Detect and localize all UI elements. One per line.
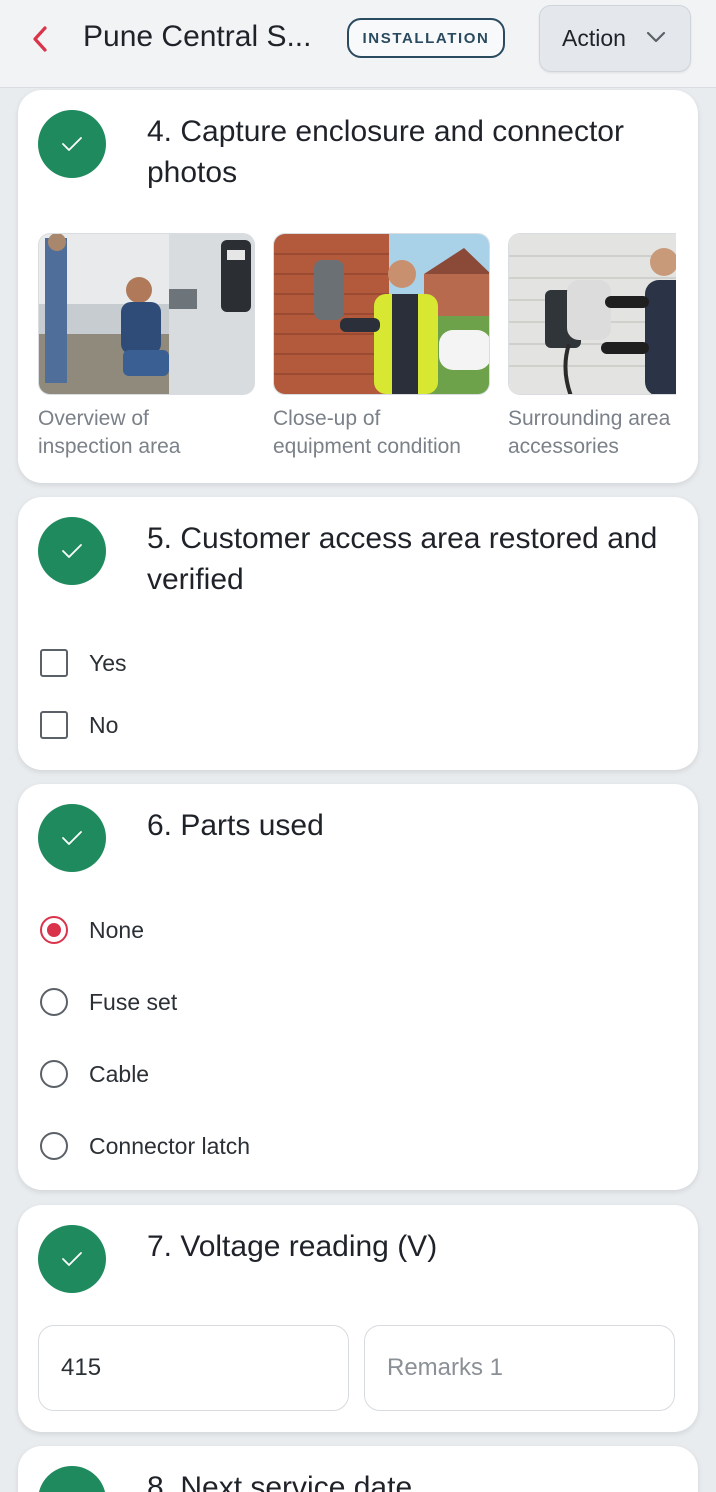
checkbox-option-no[interactable]: No [40, 705, 118, 745]
radio-button[interactable] [40, 1132, 68, 1160]
chevron-down-icon [646, 31, 666, 43]
status-badge: INSTALLATION [347, 18, 505, 58]
photo-image [38, 233, 255, 395]
option-label: Yes [89, 649, 127, 676]
remarks-input[interactable]: Remarks 1 [364, 1325, 675, 1411]
option-label: Cable [89, 1060, 150, 1087]
action-label: Action [562, 25, 626, 51]
radio-button-selected[interactable] [40, 916, 68, 944]
question-title: 4. Capture enclosure and connector photo… [147, 115, 624, 189]
photo-thumbnail-surroundings[interactable]: Surrounding area accessories [508, 233, 676, 473]
top-app-bar: Pune Central S... INSTALLATION Action [0, 0, 716, 88]
question-card-4: 4. Capture enclosure and connector photo… [18, 90, 698, 483]
completed-check-icon [38, 110, 106, 178]
radio-option-cable[interactable]: Cable [40, 1054, 149, 1094]
completed-check-icon [38, 804, 106, 872]
photo-image [273, 233, 490, 395]
page-title: Pune Central S... [83, 20, 312, 53]
remarks-placeholder: Remarks 1 [387, 1354, 504, 1381]
checkbox[interactable] [40, 711, 68, 739]
chevron-left-icon [33, 26, 47, 52]
option-label: None [89, 916, 144, 943]
photo-carousel[interactable]: Overview of inspection area Close-up of … [38, 233, 676, 473]
voltage-input[interactable]: 415 [38, 1325, 349, 1411]
photo-thumbnail-closeup[interactable]: Close-up of equipment condition [273, 233, 490, 473]
photo-caption: Surrounding area accessories [508, 407, 671, 458]
photo-image [508, 233, 676, 395]
completed-check-icon [38, 517, 106, 585]
question-title: 5. Customer access area restored and ver… [147, 522, 658, 596]
back-button[interactable] [26, 22, 54, 56]
radio-option-connector-latch[interactable]: Connector latch [40, 1126, 250, 1166]
action-dropdown-button[interactable]: Action [539, 5, 691, 72]
question-card-5: 5. Customer access area restored and ver… [18, 497, 698, 770]
option-label: No [89, 711, 119, 738]
checkbox-option-yes[interactable]: Yes [40, 643, 127, 683]
photo-caption: Overview of inspection area [38, 407, 181, 458]
photo-caption: Close-up of equipment condition [273, 407, 461, 458]
radio-button[interactable] [40, 1060, 68, 1088]
question-card-8: 8. Next service date [18, 1446, 698, 1492]
radio-button[interactable] [40, 988, 68, 1016]
question-title: 8. Next service date [147, 1471, 413, 1492]
completed-check-icon [38, 1466, 106, 1492]
question-title: 6. Parts used [147, 809, 324, 842]
question-title: 7. Voltage reading (V) [147, 1230, 438, 1263]
radio-option-fuse-set[interactable]: Fuse set [40, 982, 177, 1022]
option-label: Connector latch [89, 1132, 251, 1159]
completed-check-icon [38, 1225, 106, 1293]
voltage-value: 415 [61, 1354, 102, 1381]
question-card-6: 6. Parts used None Fuse set Cable Connec… [18, 784, 698, 1190]
question-card-7: 7. Voltage reading (V) 415 Remarks 1 [18, 1205, 698, 1432]
checkbox[interactable] [40, 649, 68, 677]
photo-thumbnail-overview[interactable]: Overview of inspection area [38, 233, 255, 473]
radio-option-none[interactable]: None [40, 910, 144, 950]
option-label: Fuse set [89, 988, 178, 1015]
